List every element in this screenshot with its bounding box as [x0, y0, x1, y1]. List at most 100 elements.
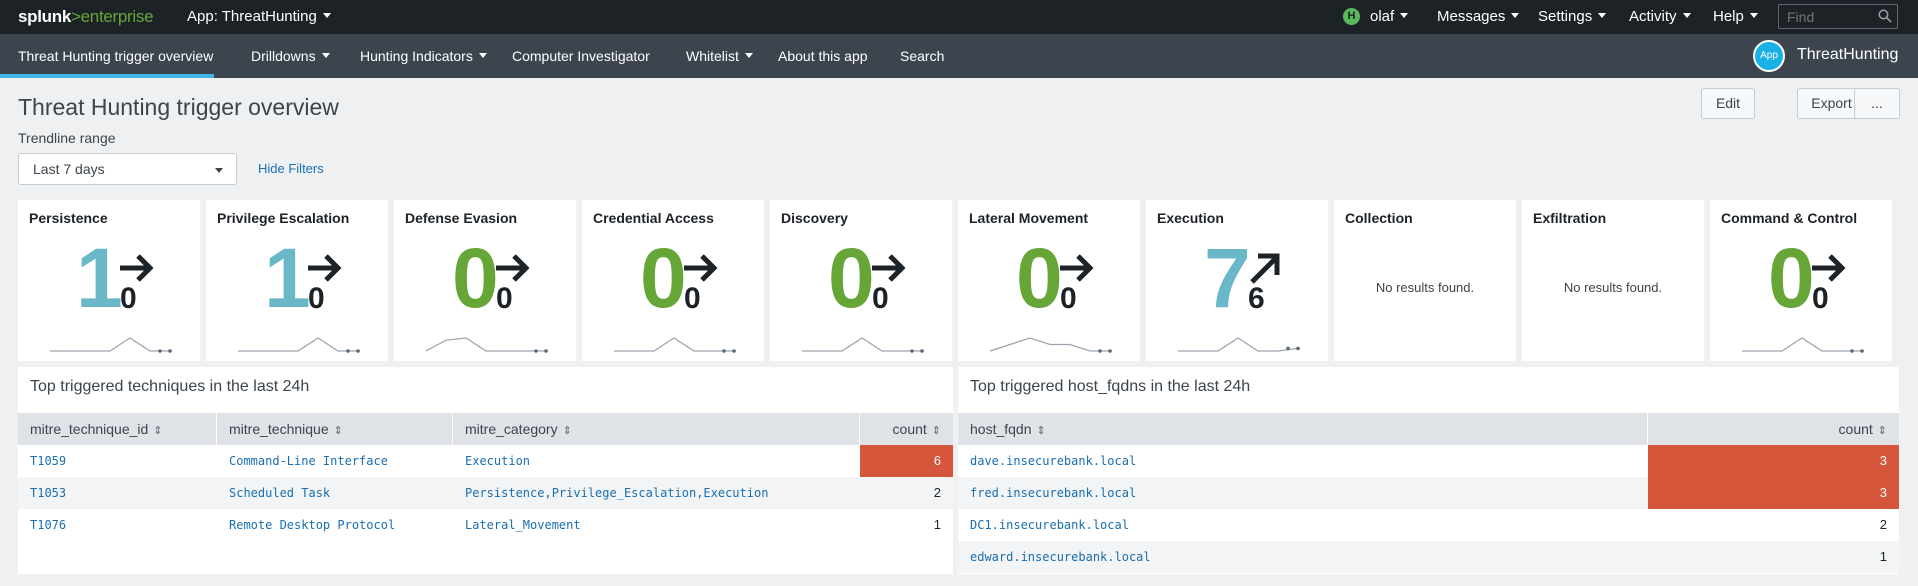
column-header-count[interactable]: count [1648, 413, 1899, 445]
single-value: 0 [640, 231, 687, 325]
sparkline [50, 337, 172, 353]
table-row[interactable]: T1059 Command-Line Interface Execution 6 [18, 445, 953, 477]
delta-value: 0 [1812, 282, 1829, 315]
nav-trigger-overview[interactable]: Threat Hunting trigger overview [18, 48, 213, 64]
category-cell[interactable]: Persistence,Privilege_Escalation,Executi… [453, 477, 860, 509]
delta-value: 0 [872, 282, 889, 315]
technique-id-cell[interactable]: T1059 [18, 445, 217, 477]
sparkline-line [989, 337, 1110, 352]
panel-privilege-escalation[interactable]: Privilege Escalation 1 0 [206, 200, 388, 361]
nav-whitelist[interactable]: Whitelist [686, 48, 753, 64]
host-fqdn-cell[interactable]: fred.insecurebank.local [958, 477, 1648, 509]
column-header-count[interactable]: count [860, 413, 953, 445]
table-row[interactable]: T1076 Remote Desktop Protocol Lateral_Move… [18, 509, 953, 541]
more-actions-button[interactable]: ... [1854, 88, 1900, 119]
technique-id-cell[interactable]: T1053 [18, 477, 217, 509]
user-avatar[interactable]: H [1343, 8, 1360, 25]
panel-title: Discovery [781, 210, 848, 226]
app-menu[interactable]: App: ThreatHunting [187, 8, 331, 25]
panel-discovery[interactable]: Discovery 0 0 [770, 200, 952, 361]
help-menu[interactable]: Help [1713, 8, 1758, 25]
search-icon[interactable] [1878, 9, 1892, 23]
category-cell[interactable]: Execution [453, 445, 860, 477]
table-row[interactable]: T1053 Scheduled Task Persistence,Privilege… [18, 477, 953, 509]
user-menu[interactable]: olaf [1370, 8, 1408, 25]
technique-id-cell[interactable]: T1076 [18, 509, 217, 541]
delta-value: 0 [1060, 282, 1077, 315]
panel-defense-evasion[interactable]: Defense Evasion 0 0 [394, 200, 576, 361]
splunk-logo[interactable]: splunk>enterprise [18, 7, 154, 27]
panel-credential-access[interactable]: Credential Access 0 0 [582, 200, 764, 361]
table-row[interactable]: DC1.insecurebank.local 2 [958, 509, 1899, 541]
single-value: 0 [1768, 231, 1815, 325]
sparkline-line [802, 337, 922, 352]
count-cell: 1 [1879, 549, 1887, 564]
delta-value: 6 [1248, 282, 1265, 315]
technique-cell[interactable]: Command-Line Interface [217, 445, 453, 477]
techniques-panel: Top triggered techniques in the last 24h… [18, 367, 953, 574]
panel-title: Collection [1345, 210, 1413, 226]
panel-command-control[interactable]: Command & Control 0 0 [1710, 200, 1892, 361]
sparkline-point [910, 349, 914, 353]
sparkline-point [544, 349, 548, 353]
host-fqdn-cell[interactable]: dave.insecurebank.local [958, 445, 1648, 477]
sparkline-line [50, 337, 170, 352]
panel-persistence[interactable]: Persistence 1 0 [18, 200, 200, 361]
column-header-host-fqdn[interactable]: host_fqdn [958, 413, 1648, 445]
panel-exfiltration[interactable]: Exfiltration No results found. [1522, 200, 1704, 361]
sparkline [1178, 337, 1300, 352]
technique-cell[interactable]: Remote Desktop Protocol [217, 509, 453, 541]
nav-search[interactable]: Search [900, 48, 944, 64]
hide-filters-link[interactable]: Hide Filters [258, 161, 324, 176]
nav-about-app[interactable]: About this app [778, 48, 868, 64]
hosts-table-header: host_fqdn count [958, 413, 1899, 445]
trendline-range-dropdown[interactable]: Last 7 days [18, 153, 237, 185]
panel-title: Credential Access [593, 210, 714, 226]
nav-computer-investigator[interactable]: Computer Investigator [512, 48, 650, 64]
sparkline-point [722, 349, 726, 353]
panel-collection[interactable]: Collection No results found. [1334, 200, 1516, 361]
sparkline-point [1098, 349, 1102, 353]
edit-button[interactable]: Edit [1701, 88, 1755, 119]
count-cell: 6 [860, 445, 953, 477]
sparkline-point [356, 349, 360, 353]
sparkline-line [1742, 337, 1862, 352]
column-header-mitre-category[interactable]: mitre_category [453, 413, 860, 445]
panel-title: Exfiltration [1533, 210, 1607, 226]
column-header-mitre-technique[interactable]: mitre_technique [217, 413, 453, 445]
sparkline-point [1860, 349, 1864, 353]
panel-execution[interactable]: Execution 7 6 [1146, 200, 1328, 361]
sparkline [1742, 337, 1864, 353]
trendline-range-label: Trendline range [18, 130, 116, 146]
table-row[interactable]: fred.insecurebank.local 3 [958, 477, 1899, 509]
sparkline-point [732, 349, 736, 353]
panel-title: Command & Control [1721, 210, 1858, 226]
panel-title: Defense Evasion [405, 210, 518, 226]
hosts-panel-title: Top triggered host_fqdns in the last 24h [970, 378, 1251, 395]
chevron-down-icon [215, 168, 223, 173]
techniques-panel-title: Top triggered techniques in the last 24h [30, 378, 310, 395]
settings-menu[interactable]: Settings [1538, 8, 1606, 25]
nav-hunting-indicators[interactable]: Hunting Indicators [360, 48, 487, 64]
app-name: ThreatHunting [1797, 46, 1899, 63]
host-fqdn-cell[interactable]: DC1.insecurebank.local [958, 509, 1648, 541]
table-row[interactable]: edward.insecurebank.local 1 [958, 541, 1899, 573]
panel-lateral-movement[interactable]: Lateral Movement 0 0 [958, 200, 1140, 361]
single-value: 7 [1204, 231, 1251, 325]
count-cell: 3 [1648, 445, 1899, 477]
sparkline [238, 337, 360, 353]
host-fqdn-cell[interactable]: edward.insecurebank.local [958, 541, 1648, 573]
column-header-mitre-technique-id[interactable]: mitre_technique_id [18, 413, 217, 445]
table-row[interactable]: dave.insecurebank.local 3 [958, 445, 1899, 477]
sparkline-point [158, 349, 162, 353]
sparkline-point [1296, 346, 1300, 351]
technique-cell[interactable]: Scheduled Task [217, 477, 453, 509]
nav-drilldowns[interactable]: Drilldowns [251, 48, 330, 64]
page-title: Threat Hunting trigger overview [18, 94, 339, 120]
messages-menu[interactable]: Messages [1437, 8, 1519, 25]
panel-title: Persistence [29, 210, 108, 226]
app-nav-bar: Threat Hunting trigger overview Drilldow… [0, 34, 1918, 78]
category-cell[interactable]: Lateral_Movement [453, 509, 860, 541]
sparkline-point [1108, 349, 1112, 353]
activity-menu[interactable]: Activity [1629, 8, 1691, 25]
